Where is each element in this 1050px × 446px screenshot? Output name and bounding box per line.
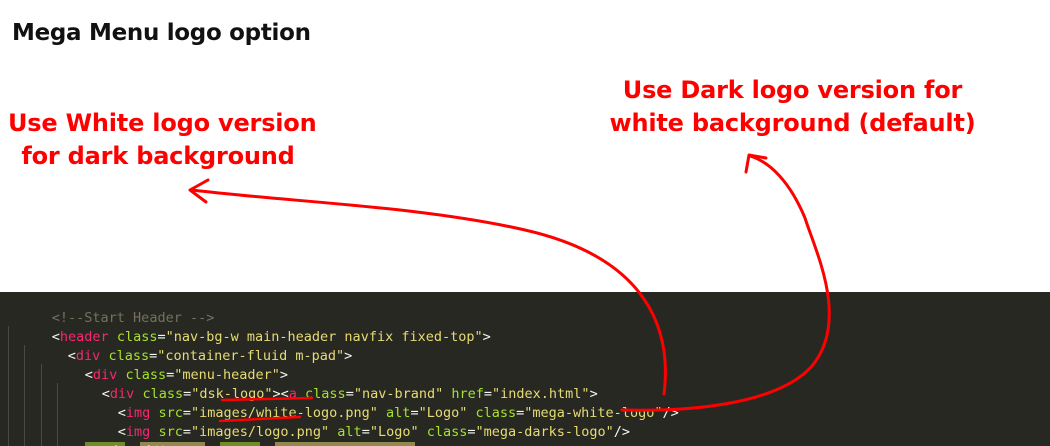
code-punctuation: /> — [662, 405, 679, 421]
code-string: "mega-darks-logo" — [475, 424, 614, 440]
dark-logo-annotation: Use Dark logo version for white backgrou… — [600, 74, 985, 140]
page-title: Mega Menu logo option — [12, 20, 311, 46]
arrow-head-left — [188, 178, 210, 204]
screenshot-canvas: Mega Menu logo option Use White logo ver… — [0, 0, 1050, 446]
cutoff-line-fragment — [85, 442, 415, 446]
code-attribute: class — [418, 424, 468, 440]
annotation-line: Use White logo version — [8, 109, 317, 137]
code-line[interactable]: <img src="images/white-logo.png" alt="Lo… — [69, 385, 679, 421]
arrow-head-right — [744, 153, 768, 174]
code-line[interactable]: <div class="dsk-logo"><a class="nav-bran… — [53, 366, 598, 402]
code-line[interactable]: <div class="menu-header"> — [36, 347, 288, 383]
annotation-line: white background (default) — [609, 109, 976, 137]
annotation-line: Use Dark logo version for — [622, 76, 963, 104]
code-editor-panel[interactable]: <!--Start Header --> <header class="nav-… — [0, 292, 1050, 446]
code-punctuation: > — [482, 329, 491, 345]
code-string: " — [321, 424, 330, 440]
code-string: "Logo" — [369, 424, 419, 440]
code-punctuation: /> — [613, 424, 630, 440]
white-logo-annotation: Use White logo version for dark backgrou… — [8, 107, 317, 173]
code-punctuation: = — [361, 424, 370, 440]
code-line[interactable]: <header class="nav-bg-w main-header navf… — [3, 309, 491, 345]
code-line[interactable]: <img src="images/logo.png" alt="Logo" cl… — [69, 404, 630, 440]
code-punctuation: = — [467, 424, 476, 440]
code-attribute: alt — [329, 424, 362, 440]
code-line[interactable]: <div class="container-fluid m-pad"> — [19, 328, 353, 364]
annotation-line: for dark background — [21, 142, 295, 170]
code-punctuation: > — [344, 348, 353, 364]
code-string: "images/ — [190, 424, 256, 440]
code-line[interactable]: </a></div> — [53, 423, 183, 446]
code-line[interactable]: <!--Start Header --> — [3, 292, 215, 326]
code-punctuation: = — [182, 424, 191, 440]
dark-logo-filename: logo.png — [256, 424, 322, 440]
